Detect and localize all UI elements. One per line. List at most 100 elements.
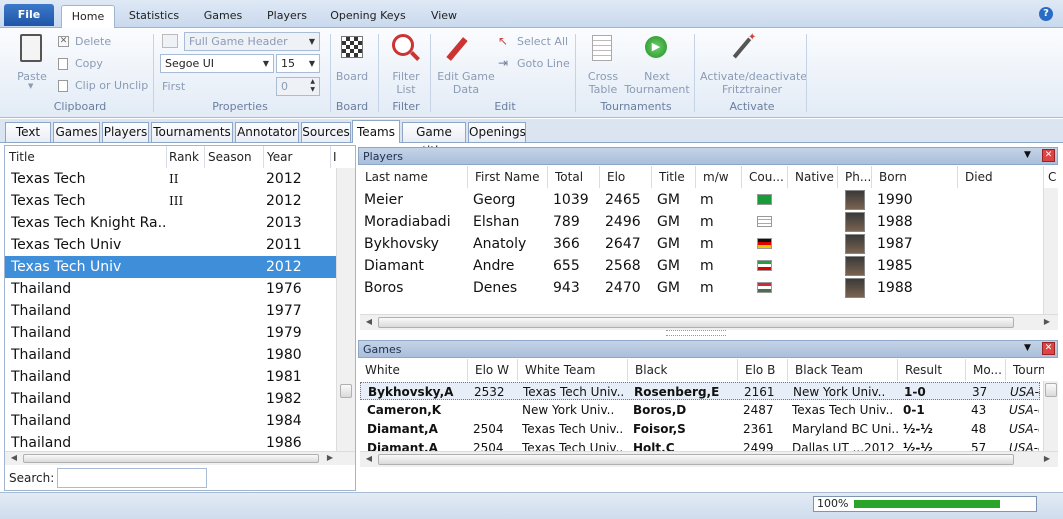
col-header-mw[interactable]: m/w [698,166,742,188]
search-input[interactable] [57,468,207,488]
font-size-select[interactable]: 15 ▼ [276,54,320,73]
col-header-white-team[interactable]: White Team [520,359,628,381]
scroll-thumb[interactable] [23,454,319,463]
team-row[interactable]: Thailand 1979 [5,322,336,344]
players-horizontal-scrollbar[interactable]: ◀ ▶ [360,314,1058,330]
filter-list-button[interactable]: Filter List [384,70,428,96]
team-row[interactable]: Texas Tech II 2012 [5,168,336,190]
paste-dropdown-icon[interactable]: ▼ [28,82,33,90]
team-row[interactable]: Thailand 1977 [5,300,336,322]
col-header-black-team[interactable]: Black Team [790,359,898,381]
col-header-elo-w[interactable]: Elo W [470,359,518,381]
games-vertical-scrollbar[interactable] [1043,381,1058,455]
tab-games-list[interactable]: Games [53,122,100,142]
scroll-thumb[interactable] [340,384,352,398]
col-header-black[interactable]: Black [630,359,738,381]
col-header-tournament[interactable]: Tourn [1008,359,1044,381]
tab-teams[interactable]: Teams [352,120,400,143]
team-row[interactable]: Thailand 1984 [5,410,336,432]
cross-table-button[interactable]: Cross Table [582,70,624,96]
fritztrainer-button[interactable]: Activate/deactivate Fritztrainer [700,70,807,96]
close-icon[interactable]: ✕ [1042,149,1055,162]
team-row[interactable]: Thailand 1980 [5,344,336,366]
team-row[interactable]: Texas Tech Knight Ra.. 2013 [5,212,336,234]
splitter-grip[interactable] [666,330,726,336]
col-header-title[interactable]: Title [9,146,167,168]
col-header-elo[interactable]: Elo [602,166,652,188]
scroll-right-icon[interactable]: ▶ [323,453,337,462]
close-icon[interactable]: ✕ [1042,342,1055,355]
goto-line-button[interactable]: Goto Line [517,57,570,70]
game-row[interactable]: Cameron,K New York Univ.. Boros,D 2487 Texas… [360,401,1040,419]
tab-game-title[interactable]: Game title [402,122,466,158]
select-all-button[interactable]: Select All [517,35,568,48]
col-header-moves[interactable]: Mo... [968,359,1006,381]
tab-tournaments[interactable]: Tournaments [151,122,233,142]
tab-sources[interactable]: Sources [301,122,351,142]
team-row[interactable]: Thailand 1976 [5,278,336,300]
col-header-year[interactable]: Year [267,146,331,168]
col-header-elo-b[interactable]: Elo B [740,359,788,381]
panel-menu-icon[interactable]: ▼ [1024,343,1031,353]
col-header-c[interactable]: C [1046,166,1058,188]
tab-annotator[interactable]: Annotator [235,122,299,142]
col-header-rank[interactable]: Rank [169,146,205,168]
team-row[interactable]: Texas Tech III 2012 [5,190,336,212]
player-row[interactable]: MoradiabadiElshan7892496GMm19883 [360,211,1059,233]
panel-menu-icon[interactable]: ▼ [1024,150,1031,160]
header-select[interactable]: Full Game Header ▼ [184,32,320,51]
scroll-thumb[interactable] [1045,383,1057,397]
player-row[interactable]: DiamantAndre6552568GMm19852 [360,255,1059,277]
scroll-thumb[interactable] [378,454,1014,465]
tab-players-list[interactable]: Players [102,122,149,142]
team-row[interactable]: Texas Tech Univ 2012 [5,256,336,278]
next-tournament-button[interactable]: Next Tournament [624,70,690,96]
games-horizontal-scrollbar[interactable]: ◀ ▶ [360,451,1058,467]
tab-file[interactable]: File [4,4,54,26]
scroll-left-icon[interactable]: ◀ [362,454,376,463]
delete-button[interactable]: Delete [75,35,111,48]
team-row[interactable]: Thailand 1982 [5,388,336,410]
edit-game-data-button[interactable]: Edit Game Data [436,70,496,96]
col-header-extra[interactable]: I [333,146,343,168]
scroll-left-icon[interactable]: ◀ [7,453,21,462]
tab-statistics[interactable]: Statistics [124,5,184,28]
font-select[interactable]: Segoe UI ▼ [160,54,274,73]
col-header-last-name[interactable]: Last name [360,166,468,188]
scroll-right-icon[interactable]: ▶ [1040,317,1054,326]
copy-button[interactable]: Copy [75,57,103,70]
game-row[interactable]: Diamant,A 2504 Texas Tech Univ.. Foisor,S 23… [360,420,1040,438]
player-row[interactable]: MeierGeorg10392465GMm19903 [360,189,1059,211]
teams-vertical-scrollbar[interactable] [336,168,355,452]
clip-button[interactable]: Clip or Unclip [75,79,148,92]
col-header-first-name[interactable]: First Name [470,166,548,188]
col-header-died[interactable]: Died [960,166,1044,188]
tab-openings[interactable]: Openings [468,122,526,142]
players-vertical-scrollbar[interactable] [1043,188,1058,314]
col-header-title[interactable]: Title [654,166,696,188]
scroll-left-icon[interactable]: ◀ [362,317,376,326]
scroll-right-icon[interactable]: ▶ [1040,454,1054,463]
teams-horizontal-scrollbar[interactable]: ◀ ▶ [5,451,355,465]
help-icon[interactable]: ? [1039,7,1053,21]
col-header-photo[interactable]: Ph... [840,166,872,188]
tab-opening-keys[interactable]: Opening Keys [326,5,410,28]
first-stepper[interactable]: 0 ▲ ▼ [276,77,320,96]
col-header-country[interactable]: Cou... [744,166,788,188]
col-header-white[interactable]: White [360,359,468,381]
tab-players[interactable]: Players [260,5,314,28]
player-row[interactable]: BykhovskyAnatoly3662647GMm19873 [360,233,1059,255]
tab-view[interactable]: View [422,5,466,28]
col-header-native[interactable]: Native [790,166,838,188]
scroll-thumb[interactable] [378,317,1014,328]
col-header-result[interactable]: Result [900,359,966,381]
col-header-total[interactable]: Total [550,166,600,188]
tab-text[interactable]: Text [5,122,51,142]
team-row[interactable]: Texas Tech Univ 2011 [5,234,336,256]
board-button[interactable]: Board [332,70,372,83]
tab-games[interactable]: Games [196,5,250,28]
game-row[interactable]: Bykhovsky,A 2532 Texas Tech Univ.. Rosenber… [360,382,1040,400]
tab-home[interactable]: Home [61,5,115,29]
player-row[interactable]: BorosDenes9432470GMm19883 [360,277,1059,299]
team-row[interactable]: Thailand 1981 [5,366,336,388]
